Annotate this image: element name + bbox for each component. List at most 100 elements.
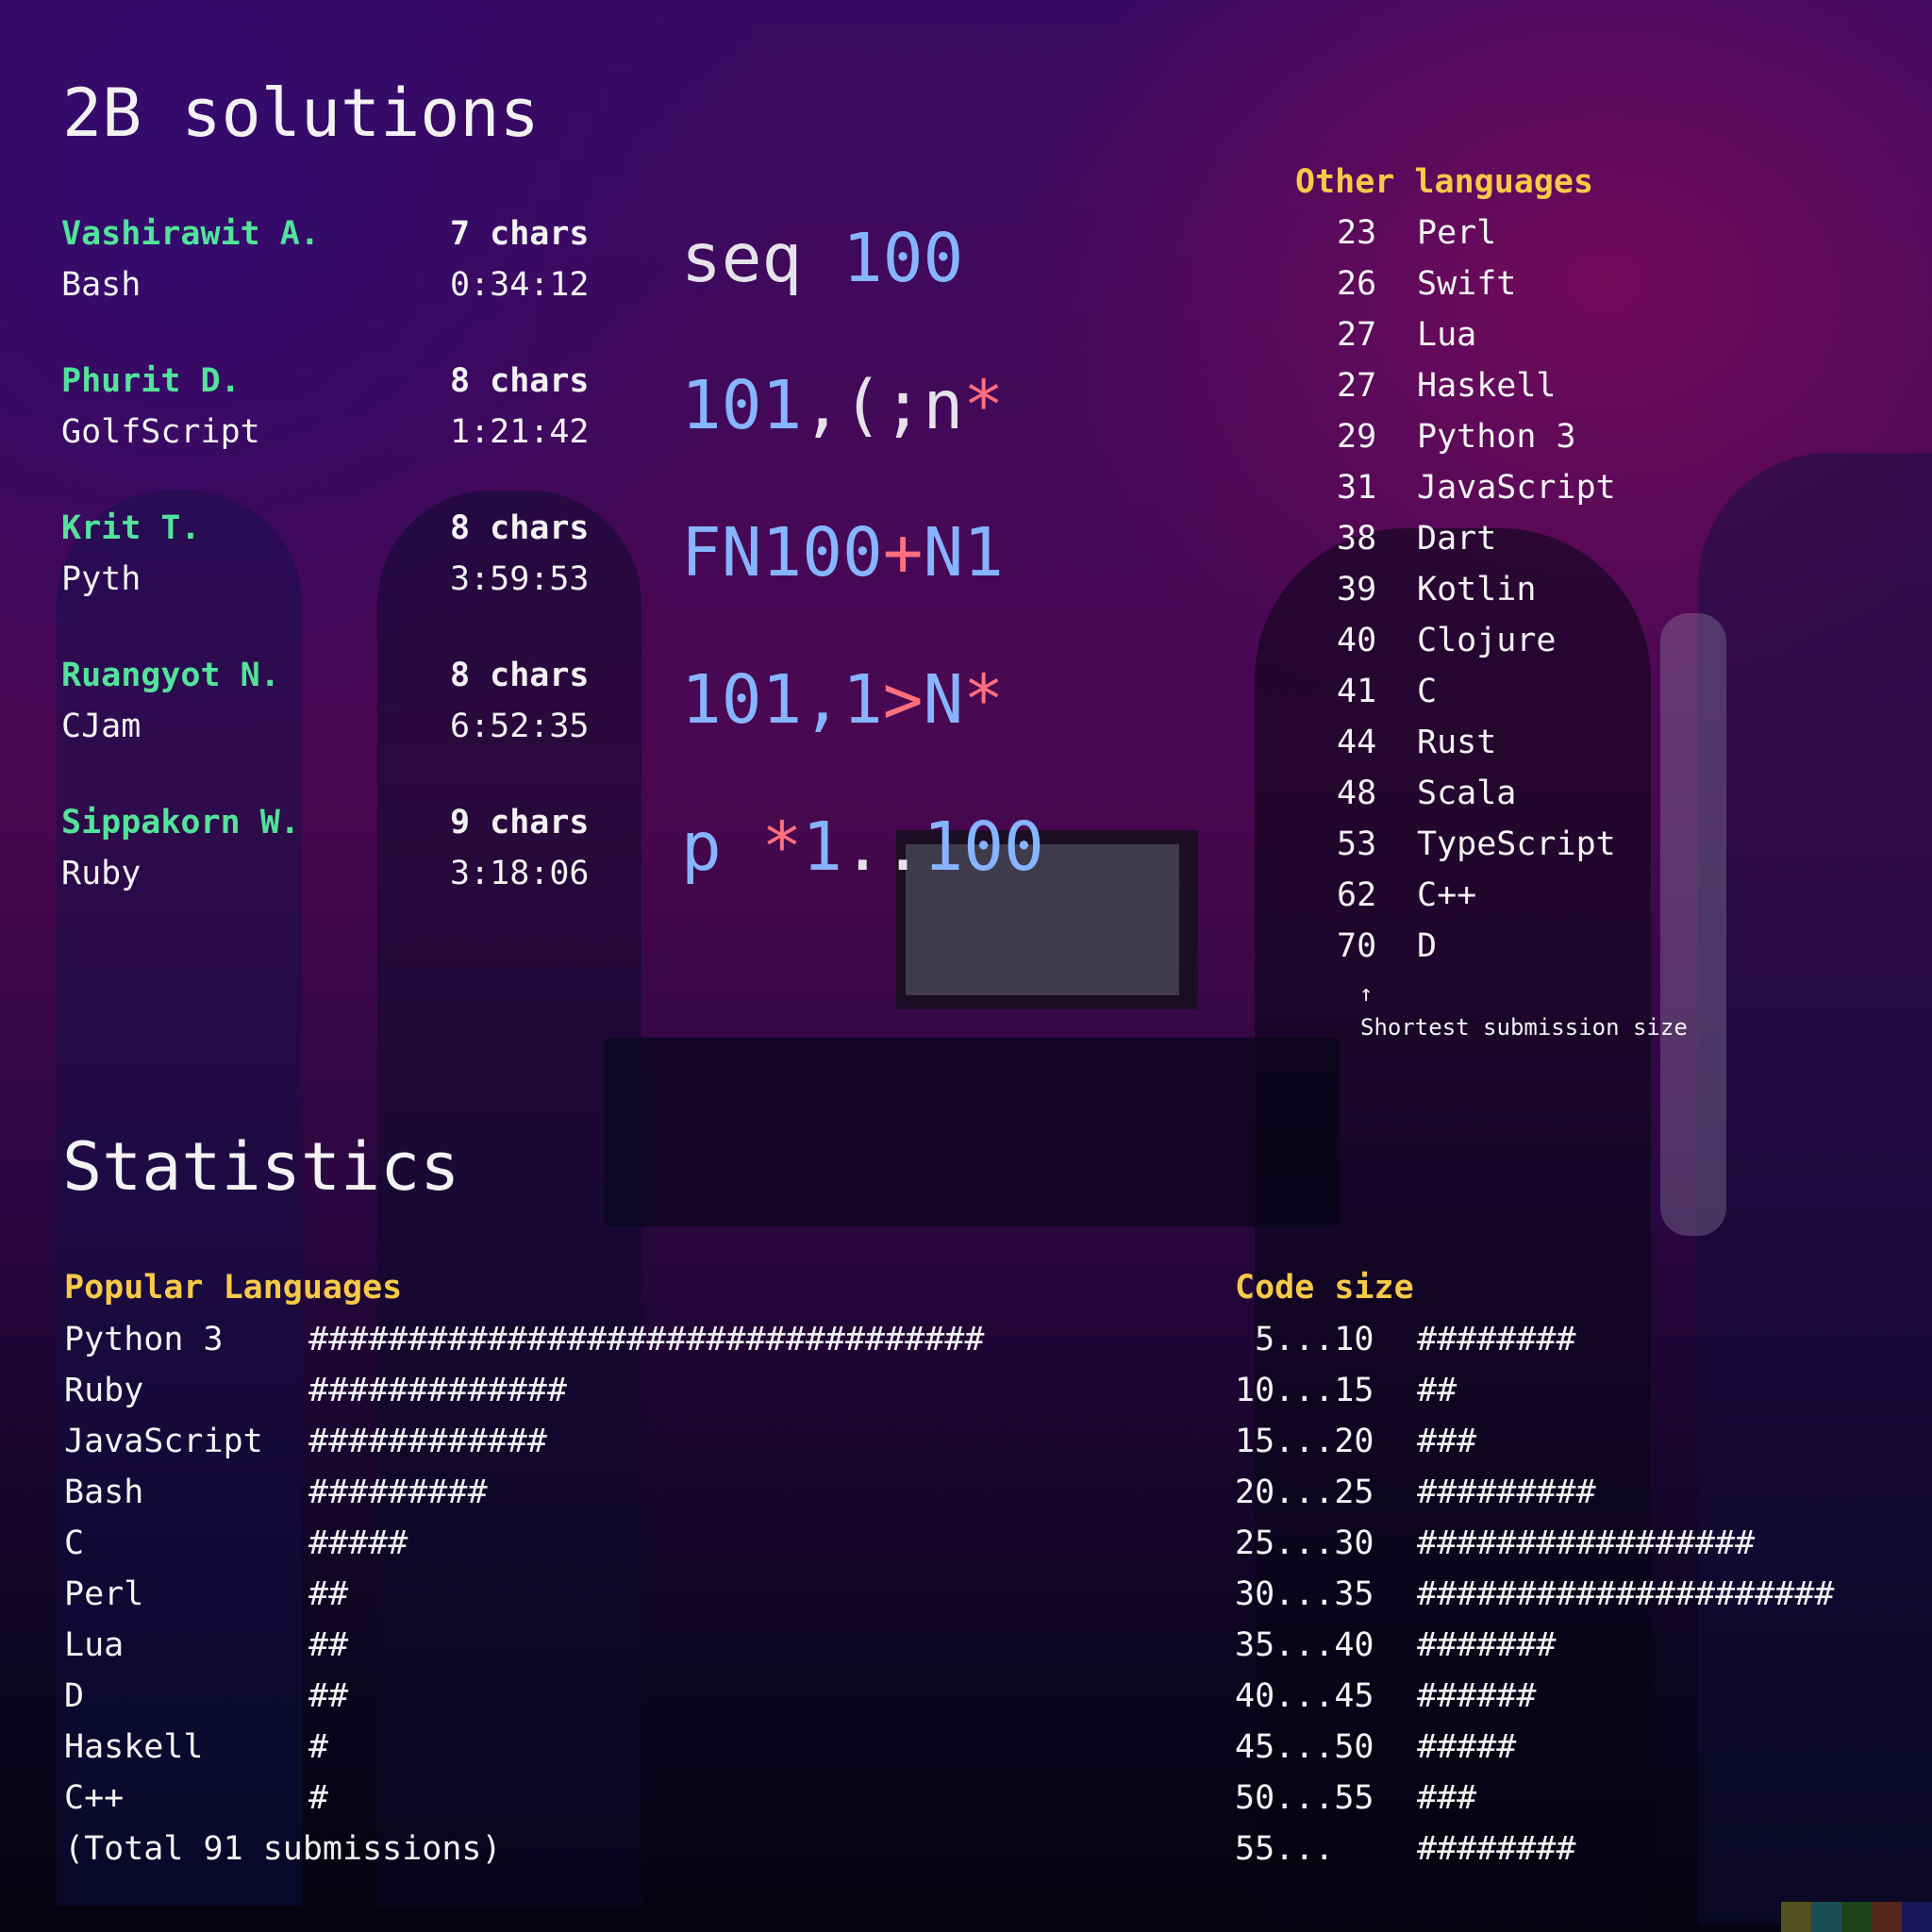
code-token: 1 bbox=[802, 808, 842, 886]
shortest-size: 62 bbox=[1337, 876, 1377, 914]
language-name: C++ bbox=[1417, 876, 1477, 914]
char-count: 8 chars bbox=[450, 362, 590, 400]
code-token: * bbox=[963, 660, 1004, 739]
language-name: TypeScript bbox=[1417, 825, 1616, 863]
code-token: ,(;n bbox=[802, 366, 964, 444]
bar: ## bbox=[308, 1575, 349, 1613]
char-count: 9 chars bbox=[450, 804, 590, 841]
solve-time: 0:34:12 bbox=[450, 266, 590, 304]
language-name: D bbox=[64, 1677, 85, 1715]
code-token: 100 bbox=[841, 219, 964, 297]
bar: # bbox=[308, 1728, 329, 1766]
bar: ###### bbox=[1417, 1677, 1537, 1715]
shortest-size: 48 bbox=[1337, 774, 1377, 812]
solve-time: 1:21:42 bbox=[450, 413, 590, 451]
size-range: 20...25 bbox=[1235, 1474, 1374, 1511]
language-name: JavaScript bbox=[64, 1423, 263, 1460]
shortest-size: 23 bbox=[1337, 214, 1377, 252]
bar: ### bbox=[1417, 1423, 1477, 1460]
language-name: C bbox=[1417, 673, 1438, 710]
bar: ##################### bbox=[1417, 1575, 1835, 1613]
language-name: Swift bbox=[1417, 265, 1517, 303]
language-name: Kotlin bbox=[1417, 571, 1537, 608]
language-name: C++ bbox=[64, 1779, 125, 1817]
language-name: Python 3 bbox=[1417, 418, 1576, 456]
bar: ############# bbox=[308, 1372, 567, 1409]
shortest-size: 26 bbox=[1337, 265, 1377, 303]
color-swatch bbox=[1872, 1902, 1902, 1932]
solver-language: GolfScript bbox=[61, 413, 260, 451]
bar: ## bbox=[1417, 1372, 1457, 1409]
shortest-size: 53 bbox=[1337, 825, 1377, 863]
code-token: 100 bbox=[923, 808, 1044, 886]
color-swatch bbox=[1811, 1902, 1841, 1932]
language-name: Dart bbox=[1417, 520, 1497, 558]
bar: ####### bbox=[1417, 1626, 1557, 1664]
color-swatch bbox=[1781, 1902, 1811, 1932]
shortest-size: 29 bbox=[1337, 418, 1377, 456]
solve-time: 6:52:35 bbox=[450, 708, 590, 745]
language-name: Rust bbox=[1417, 724, 1497, 761]
arrow-up-icon: ↑ bbox=[1359, 980, 1374, 1007]
bar: ############ bbox=[308, 1423, 547, 1460]
size-note: Shortest submission size bbox=[1360, 1014, 1688, 1041]
shortest-size: 38 bbox=[1337, 520, 1377, 558]
bar: ######### bbox=[1417, 1474, 1596, 1511]
solution-code: FN100+N1 bbox=[681, 510, 1004, 595]
language-name: JavaScript bbox=[1417, 469, 1616, 507]
shortest-size: 31 bbox=[1337, 469, 1377, 507]
language-name: D bbox=[1417, 927, 1438, 965]
shortest-size: 40 bbox=[1337, 622, 1377, 659]
size-range: 5...10 bbox=[1235, 1321, 1374, 1358]
shortest-size: 39 bbox=[1337, 571, 1377, 608]
language-name: Perl bbox=[64, 1575, 144, 1613]
bar: ######### bbox=[308, 1474, 488, 1511]
char-count: 8 chars bbox=[450, 509, 590, 547]
language-name: Ruby bbox=[64, 1372, 144, 1409]
code-token: 101,1 bbox=[681, 660, 883, 739]
size-range: 55... bbox=[1235, 1830, 1335, 1868]
language-name: Python 3 bbox=[64, 1321, 224, 1358]
code-token: p bbox=[681, 808, 762, 886]
code-token: > bbox=[882, 660, 924, 739]
solution-code: 101,(;n* bbox=[681, 363, 1004, 448]
language-name: Lua bbox=[1417, 316, 1477, 354]
solver-language: Bash bbox=[61, 266, 142, 304]
size-range: 40...45 bbox=[1235, 1677, 1374, 1715]
code-size-heading: Code size bbox=[1235, 1269, 1414, 1307]
solver-name: Phurit D. bbox=[61, 362, 241, 400]
shortest-size: 27 bbox=[1337, 367, 1377, 405]
code-token: + bbox=[882, 513, 924, 591]
shortest-size: 41 bbox=[1337, 673, 1377, 710]
size-range: 25...30 bbox=[1235, 1524, 1374, 1562]
code-token: .. bbox=[842, 808, 924, 886]
solver-name: Sippakorn W. bbox=[61, 804, 300, 841]
solution-code: seq 100 bbox=[681, 216, 963, 301]
char-count: 8 chars bbox=[450, 657, 590, 694]
solver-language: CJam bbox=[61, 708, 142, 745]
size-range: 30...35 bbox=[1235, 1575, 1374, 1613]
page-title: 2B solutions bbox=[62, 75, 540, 152]
code-token: FN100 bbox=[681, 513, 883, 591]
bar: ######## bbox=[1417, 1321, 1576, 1358]
size-range: 45...50 bbox=[1235, 1728, 1374, 1766]
solver-name: Vashirawit A. bbox=[61, 215, 320, 253]
code-token: * bbox=[761, 808, 803, 886]
shortest-size: 27 bbox=[1337, 316, 1377, 354]
char-count: 7 chars bbox=[450, 215, 590, 253]
bar: ## bbox=[308, 1626, 349, 1664]
solve-time: 3:59:53 bbox=[450, 560, 590, 598]
shortest-size: 70 bbox=[1337, 927, 1377, 965]
language-name: Bash bbox=[64, 1474, 144, 1511]
solve-time: 3:18:06 bbox=[450, 855, 590, 892]
color-swatch bbox=[1902, 1902, 1932, 1932]
bar: ################# bbox=[1417, 1524, 1756, 1562]
language-name: C bbox=[64, 1524, 85, 1562]
language-name: Haskell bbox=[64, 1728, 204, 1766]
code-token: seq bbox=[681, 219, 842, 297]
bar: ##### bbox=[308, 1524, 408, 1562]
language-name: Scala bbox=[1417, 774, 1517, 812]
language-name: Clojure bbox=[1417, 622, 1557, 659]
solver-name: Krit T. bbox=[61, 509, 201, 547]
solver-language: Pyth bbox=[61, 560, 142, 598]
